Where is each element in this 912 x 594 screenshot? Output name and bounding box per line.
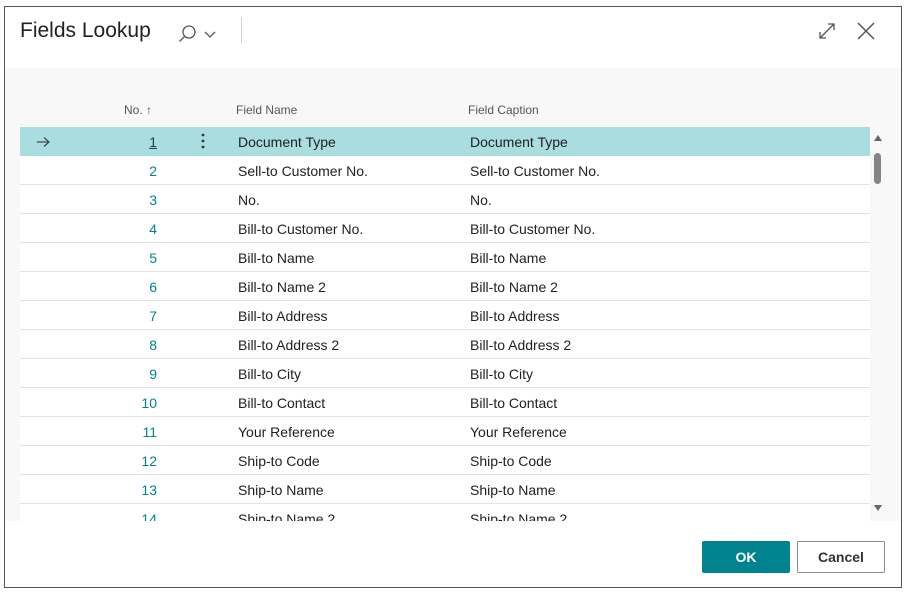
- field-caption-cell: Document Type: [470, 134, 568, 150]
- close-icon[interactable]: [855, 20, 877, 42]
- field-name-cell: Bill-to Address 2: [238, 337, 340, 353]
- vertical-scrollbar[interactable]: [871, 130, 885, 521]
- field-caption-cell: Bill-to City: [470, 366, 534, 382]
- table-row[interactable]: 3 No. No.: [20, 185, 870, 214]
- row-number-link[interactable]: 3: [149, 192, 157, 208]
- expand-icon[interactable]: [817, 21, 837, 41]
- field-name-cell: Bill-to Contact: [238, 395, 326, 411]
- row-indicator-arrow-icon: [37, 137, 50, 147]
- row-number-link[interactable]: 10: [141, 395, 157, 411]
- dialog-title: Fields Lookup: [20, 19, 151, 42]
- header-divider: [241, 17, 242, 43]
- table-row[interactable]: 2 Sell-to Customer No. Sell-to Customer No…: [20, 156, 870, 185]
- row-number-link[interactable]: 4: [149, 221, 157, 237]
- field-caption-cell: Sell-to Customer No.: [470, 163, 600, 179]
- field-name-cell: Ship-to Name 2: [238, 511, 336, 521]
- row-number-link[interactable]: 6: [149, 279, 157, 295]
- ok-button[interactable]: OK: [702, 541, 790, 573]
- field-caption-cell: Bill-to Customer No.: [470, 221, 596, 237]
- field-caption-cell: Bill-to Name 2: [470, 279, 558, 295]
- row-number-link[interactable]: 12: [141, 453, 157, 469]
- field-caption-cell: Ship-to Name 2: [470, 511, 568, 521]
- field-name-cell: Ship-to Name: [238, 482, 324, 498]
- table-row[interactable]: 9 Bill-to City Bill-to City: [20, 359, 870, 388]
- field-name-cell: Ship-to Code: [238, 453, 320, 469]
- field-caption-cell: Ship-to Code: [470, 453, 552, 469]
- column-header-field-caption[interactable]: Field Caption: [468, 103, 539, 117]
- scroll-up-arrow-icon[interactable]: [873, 134, 883, 142]
- field-caption-cell: Bill-to Contact: [470, 395, 558, 411]
- row-number-link[interactable]: 11: [142, 424, 157, 440]
- field-name-cell: Bill-to Address: [238, 308, 328, 324]
- field-caption-cell: Bill-to Name: [470, 250, 547, 266]
- chevron-down-icon[interactable]: [203, 27, 217, 41]
- fields-grid: 1 Document Type Document Type 2 Sell-to Cust…: [20, 127, 870, 521]
- table-row[interactable]: 10 Bill-to Contact Bill-to Contact: [20, 388, 870, 417]
- table-row[interactable]: 1 Document Type Document Type: [20, 127, 870, 156]
- table-row[interactable]: 4 Bill-to Customer No. Bill-to Customer No…: [20, 214, 870, 243]
- row-number-link[interactable]: 2: [149, 163, 157, 179]
- search-icon[interactable]: [177, 23, 199, 45]
- table-row[interactable]: 12 Ship-to Code Ship-to Code: [20, 446, 870, 475]
- column-header-no-label: No.: [124, 103, 143, 117]
- table-row[interactable]: 7 Bill-to Address Bill-to Address: [20, 301, 870, 330]
- more-options-icon[interactable]: [196, 132, 210, 150]
- sort-ascending-icon: ↑: [146, 103, 153, 117]
- field-name-cell: Bill-to City: [238, 366, 302, 382]
- row-number-link[interactable]: 8: [149, 337, 157, 353]
- table-row[interactable]: 13 Ship-to Name Ship-to Name: [20, 475, 870, 504]
- field-name-cell: Sell-to Customer No.: [238, 163, 368, 179]
- field-caption-cell: Ship-to Name: [470, 482, 556, 498]
- field-name-cell: No.: [238, 192, 260, 208]
- fields-lookup-dialog: Fields Lookup No. ↑ Field Name Field Cap…: [4, 6, 902, 588]
- dialog-body: No. ↑ Field Name Field Caption 1 Document…: [5, 68, 901, 521]
- row-number-link[interactable]: 1: [149, 134, 157, 150]
- field-name-cell: Bill-to Customer No.: [238, 221, 364, 237]
- row-number-link[interactable]: 5: [149, 250, 157, 266]
- column-header-no[interactable]: No. ↑: [124, 103, 152, 117]
- column-header-field-name[interactable]: Field Name: [236, 103, 297, 117]
- table-row[interactable]: 8 Bill-to Address 2 Bill-to Address 2: [20, 330, 870, 359]
- field-caption-cell: Bill-to Address 2: [470, 337, 572, 353]
- field-caption-cell: No.: [470, 192, 492, 208]
- field-name-cell: Document Type: [238, 134, 336, 150]
- cancel-button[interactable]: Cancel: [797, 541, 885, 573]
- row-number-link[interactable]: 13: [141, 482, 157, 498]
- field-caption-cell: Your Reference: [470, 424, 567, 440]
- scroll-down-arrow-icon[interactable]: [873, 504, 883, 512]
- field-name-cell: Bill-to Name 2: [238, 279, 326, 295]
- field-name-cell: Bill-to Name: [238, 250, 315, 266]
- dialog-header: Fields Lookup: [5, 7, 901, 67]
- table-row[interactable]: 11 Your Reference Your Reference: [20, 417, 870, 446]
- row-number-link[interactable]: 7: [149, 308, 157, 324]
- scrollbar-thumb[interactable]: [874, 153, 881, 184]
- table-row[interactable]: 6 Bill-to Name 2 Bill-to Name 2: [20, 272, 870, 301]
- field-caption-cell: Bill-to Address: [470, 308, 560, 324]
- row-number-link[interactable]: 9: [149, 366, 157, 382]
- field-name-cell: Your Reference: [238, 424, 335, 440]
- table-row[interactable]: 14 Ship-to Name 2 Ship-to Name 2: [20, 504, 870, 521]
- row-number-link[interactable]: 14: [141, 511, 157, 521]
- table-row[interactable]: 5 Bill-to Name Bill-to Name: [20, 243, 870, 272]
